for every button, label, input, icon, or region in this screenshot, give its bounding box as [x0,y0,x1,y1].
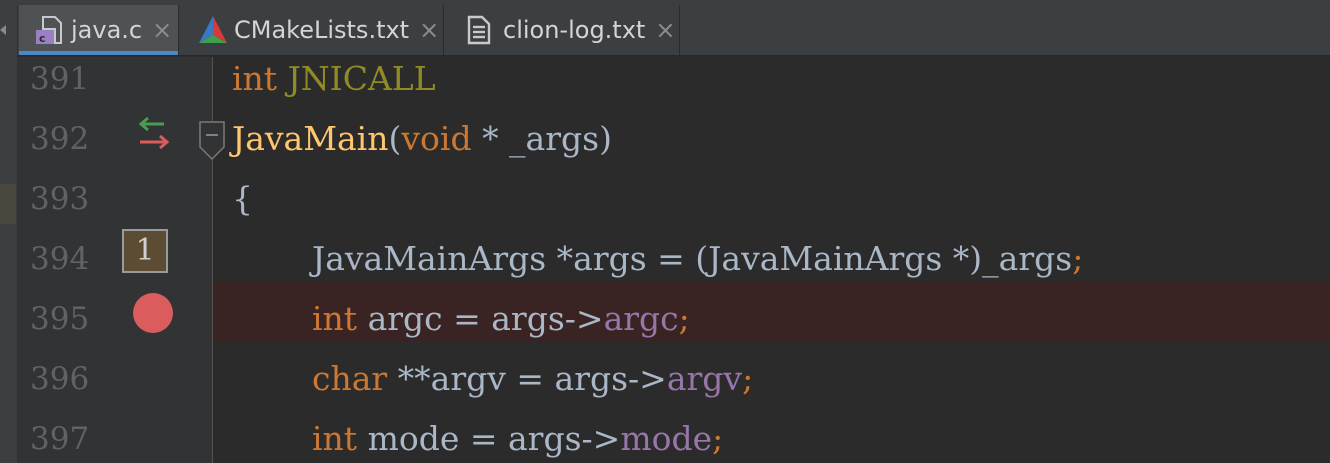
tool-window-strip [0,5,18,463]
code-token: char [312,359,388,398]
line-number: 397 [30,421,90,457]
swap-arrows-icon[interactable] [136,116,174,152]
code-token: ; [678,299,690,338]
code-token: JavaMain [232,119,389,158]
cmake-icon [198,15,227,45]
code-token: int [312,419,358,458]
code-token: argc = args-> [357,299,604,338]
bookmark-badge[interactable]: 1 [122,229,168,273]
c-file-icon: c [35,15,63,45]
close-icon[interactable]: × [419,18,439,42]
line-number: 392 [30,121,90,157]
close-icon[interactable]: × [655,18,675,42]
side-marker [0,184,16,224]
code-token: ; [742,359,754,398]
code-token: ; [712,419,724,458]
close-icon[interactable]: × [152,18,172,42]
tab-clion-log[interactable]: clion-log.txt × [445,5,680,55]
code-line-395: int argc = args->argc; [312,289,690,349]
tab-java-c[interactable]: c java.c × [19,5,179,55]
code-line-397: int mode = args->mode; [312,409,723,463]
tab-label: java.c [71,16,143,44]
code-token: { [232,179,253,218]
code-token: ; [1072,239,1084,278]
breakpoint-icon[interactable] [133,293,173,333]
code-line-394: JavaMainArgs *args = (JavaMainArgs *)_ar… [312,229,1083,289]
line-number: 391 [30,61,90,97]
code-token: JavaMainArgs *args = (JavaMainArgs *)_ar… [312,239,1073,278]
tab-label: CMakeLists.txt [234,16,410,44]
code-token: ( [388,119,402,158]
fold-collapse-icon[interactable] [199,121,225,161]
code-line-391: int JNICALL [232,49,436,109]
code-token: argc [603,299,679,338]
code-token: void [401,119,472,158]
editor-tab-bar: c java.c × CMakeLists.txt × clion-log.tx… [0,5,1330,56]
code-line-396: char **argv = args->argv; [312,349,753,409]
code-token: JNICALL [287,59,436,98]
line-number: 394 [30,241,90,277]
tab-cmakelists[interactable]: CMakeLists.txt × [180,5,444,55]
code-line-393: { [232,169,253,229]
line-number: 395 [30,301,90,337]
code-token: argv [666,359,743,398]
text-file-icon [467,15,495,45]
code-token: int [232,59,278,98]
code-token: mode [620,419,713,458]
code-line-392: JavaMain(void * _args) [232,109,612,169]
collapse-arrow-icon[interactable] [0,25,6,35]
code-token: int [312,299,358,338]
tab-label: clion-log.txt [503,16,646,44]
svg-text:c: c [39,32,46,45]
line-number: 393 [30,181,90,217]
code-token: **argv = args-> [387,359,667,398]
line-number: 396 [30,361,90,397]
code-token: * _args) [471,119,612,158]
code-token: mode = args-> [357,419,621,458]
